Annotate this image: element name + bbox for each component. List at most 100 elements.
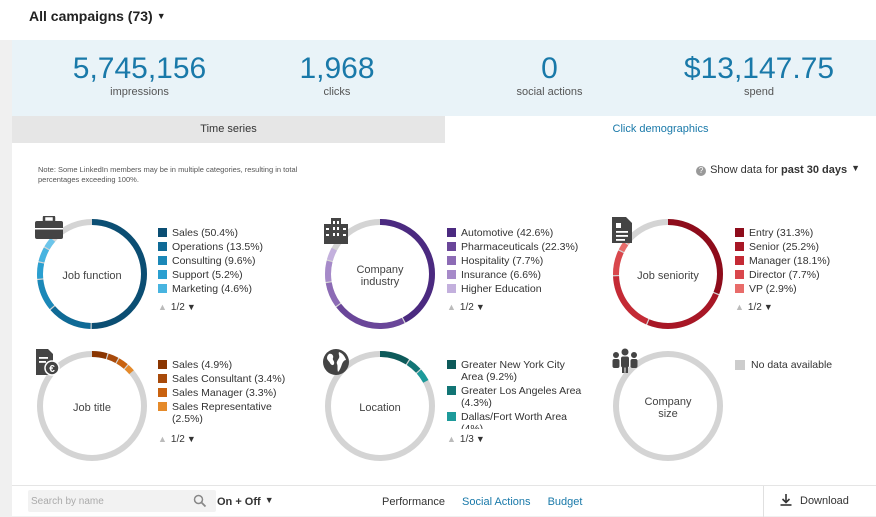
donut-company-industry[interactable]: Company industry (322, 216, 438, 332)
date-range-selector[interactable]: ? Show data for past 30 days ▼ (696, 163, 860, 176)
legend-item: Manager (18.1%) (735, 255, 870, 267)
search-icon[interactable] (193, 494, 207, 508)
donut-job-seniority[interactable]: Job seniority (610, 216, 726, 332)
legend-swatch (158, 256, 167, 265)
pager-text: 1/2 (170, 302, 185, 313)
tab-time-series[interactable]: Time series (12, 116, 445, 143)
building-icon (324, 218, 348, 244)
caret-down-icon: ▼ (156, 11, 166, 21)
legend-item: Hospitality (7.7%) (447, 255, 582, 267)
legend-swatch (158, 402, 167, 411)
tab-click-demographics[interactable]: Click demographics (445, 116, 876, 143)
page-down-icon[interactable]: ▼ (764, 302, 773, 312)
legend-job-function: Sales (50.4%) Operations (13.5%) Consultin… (158, 227, 293, 314)
campaign-selector-label: All campaigns (73) (29, 8, 153, 24)
donut-job-title[interactable]: € Job title (34, 348, 150, 464)
page-up-icon[interactable]: ▲ (447, 434, 456, 444)
legend-label: Director (7.7%) (749, 269, 820, 281)
legend-swatch (447, 412, 456, 421)
legend-label: Consulting (9.6%) (172, 255, 256, 267)
pager-text: 1/2 (459, 302, 474, 313)
info-icon: ? (696, 166, 707, 176)
donut-center: € Job title (34, 348, 150, 464)
page-down-icon[interactable]: ▼ (476, 434, 485, 444)
legend-item: Sales Manager (3.3%) (158, 387, 293, 399)
legend-swatch (447, 360, 456, 369)
legend-pager: ▲ 1/2 ▼ (447, 301, 582, 314)
donut-label: Job function (62, 269, 122, 282)
donut-job-function[interactable]: Job function (34, 216, 150, 332)
legend-item: Automotive (42.6%) (447, 227, 582, 239)
legend-item: Sales (50.4%) (158, 227, 293, 239)
legend-item: Higher Education (447, 283, 582, 295)
stat-clicks: 1,968 clicks (262, 52, 412, 98)
legend-swatch (158, 374, 167, 383)
tab-budget[interactable]: Budget (548, 496, 583, 508)
stat-value: 1,968 (299, 52, 375, 85)
document-money-icon: € (36, 349, 60, 376)
legend-swatch (447, 256, 456, 265)
status-filter-dropdown[interactable]: On + Off ▼ (217, 495, 274, 508)
legend-label: Sales (50.4%) (172, 227, 238, 239)
page-down-icon[interactable]: ▼ (187, 302, 196, 312)
legend-pager: ▲ 1/3 ▼ (447, 433, 582, 446)
no-data-text: No data available (751, 359, 833, 371)
legend-items: Greater New York City Area (9.2%) Greater… (447, 359, 582, 429)
legend-swatch (158, 228, 167, 237)
pager-text: 1/3 (459, 434, 474, 445)
legend-swatch (447, 270, 456, 279)
legend-job-title: Sales (4.9%) Sales Consultant (3.4%) Sales… (158, 359, 293, 446)
donut-center: Job function (34, 216, 150, 332)
page-up-icon[interactable]: ▲ (735, 302, 744, 312)
donut-label: Company size (644, 395, 692, 420)
legend-item: VP (2.9%) (735, 283, 870, 295)
page-up-icon[interactable]: ▲ (158, 302, 167, 312)
donut-label: Location (359, 401, 401, 414)
legend-label: Dallas/Fort Worth Area (4%) (461, 411, 568, 429)
legend-company-industry: Automotive (42.6%) Pharmaceuticals (22.3%… (447, 227, 582, 314)
legend-item: Support (5.2%) (158, 269, 293, 281)
legend-label: Insurance (6.6%) (461, 269, 541, 281)
legend-label: Higher Education (461, 283, 542, 295)
donut-center: Job seniority (610, 216, 726, 332)
legend-label: Marketing (4.6%) (172, 283, 252, 295)
legend-job-seniority: Entry (31.3%) Senior (25.2%) Manager (18.1… (735, 227, 870, 314)
stat-value: 5,745,156 (72, 52, 207, 85)
donut-location[interactable]: Location (322, 348, 438, 464)
download-button[interactable]: Download (763, 486, 863, 517)
download-label: Download (800, 495, 849, 507)
people-icon (612, 348, 638, 373)
campaign-selector[interactable]: All campaigns (73) ▼ (29, 8, 166, 24)
page-down-icon[interactable]: ▼ (187, 434, 196, 444)
legend-item: Dallas/Fort Worth Area (4%) (447, 411, 582, 429)
legend-item: Greater New York City Area (9.2%) (447, 359, 582, 383)
tab-performance[interactable]: Performance (382, 496, 445, 508)
legend-item: Senior (25.2%) (735, 241, 870, 253)
legend-label: Operations (13.5%) (172, 241, 264, 253)
search-input[interactable] (28, 490, 188, 512)
legend-label: Support (5.2%) (172, 269, 243, 281)
stat-label: social actions (516, 86, 583, 98)
stat-value: 0 (541, 52, 558, 85)
page-up-icon[interactable]: ▲ (447, 302, 456, 312)
legend-item: Consulting (9.6%) (158, 255, 293, 267)
summary-stats: 5,745,156 impressions 1,968 clicks 0 soc… (12, 40, 876, 116)
legend-item: Entry (31.3%) (735, 227, 870, 239)
legend-items: Entry (31.3%) Senior (25.2%) Manager (18.1… (735, 227, 870, 297)
legend-swatch (735, 256, 744, 265)
svg-text:€: € (49, 364, 55, 375)
legend-location: Greater New York City Area (9.2%) Greater… (447, 359, 582, 446)
legend-swatch (735, 270, 744, 279)
id-card-icon (612, 217, 632, 243)
page-up-icon[interactable]: ▲ (158, 434, 167, 444)
donut-label: Company industry (356, 263, 404, 288)
page-down-icon[interactable]: ▼ (476, 302, 485, 312)
legend-items: Automotive (42.6%) Pharmaceuticals (22.3%… (447, 227, 582, 297)
search-box (28, 490, 216, 512)
legend-label: Senior (25.2%) (749, 241, 820, 253)
click-demographics-panel: Note: Some LinkedIn members may be in mu… (12, 143, 876, 485)
legend-label: Sales Manager (3.3%) (172, 387, 277, 399)
donut-company-size[interactable]: Company size (610, 348, 726, 464)
tab-social-actions[interactable]: Social Actions (462, 496, 530, 508)
legend-swatch (447, 386, 456, 395)
